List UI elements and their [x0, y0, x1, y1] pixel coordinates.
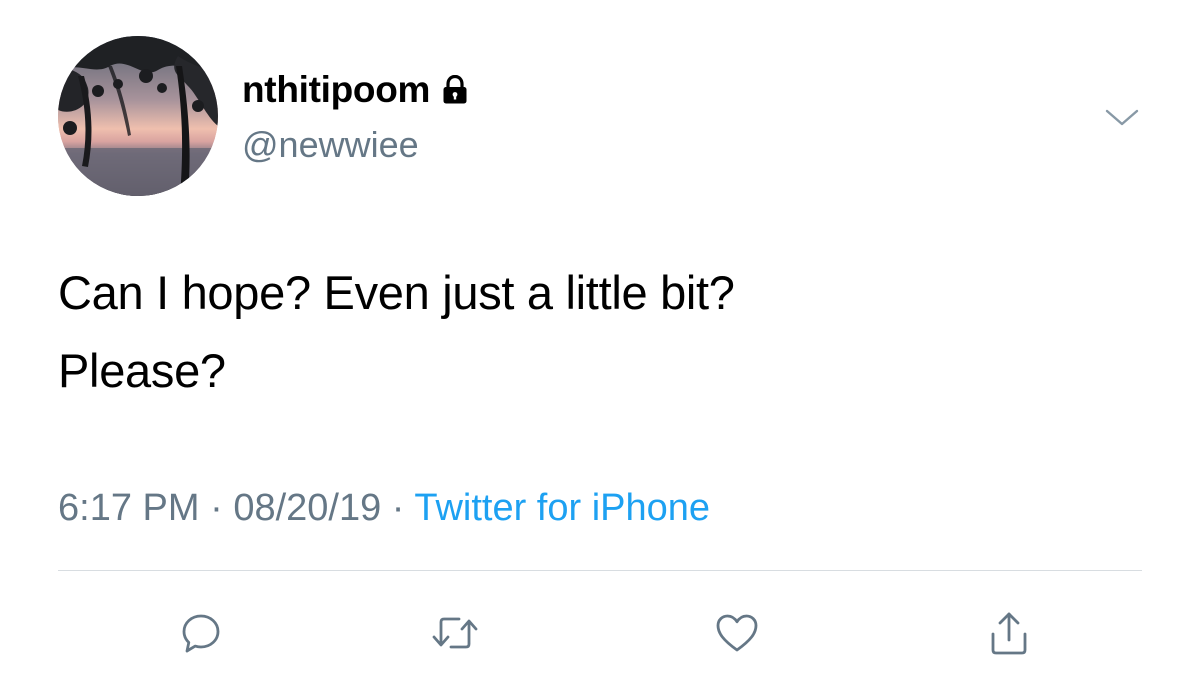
- tweet-card: nthitipoom @newwiee Can I hope? Even jus…: [0, 0, 1200, 699]
- meta-separator: ·: [391, 487, 405, 529]
- display-name[interactable]: nthitipoom: [242, 68, 430, 112]
- heart-icon: [713, 610, 761, 656]
- tweet-text-line: Can I hope? Even just a little bit?: [58, 266, 735, 319]
- share-icon: [986, 608, 1032, 658]
- tweet-text: Can I hope? Even just a little bit? Plea…: [58, 254, 1138, 410]
- retweet-button[interactable]: [420, 598, 490, 668]
- divider: [58, 570, 1142, 571]
- avatar[interactable]: [58, 36, 218, 196]
- avatar-image: [58, 36, 218, 196]
- name-row: nthitipoom: [242, 68, 468, 112]
- lock-icon: [442, 74, 468, 105]
- tweet-text-line: Please?: [58, 344, 226, 397]
- user-handle[interactable]: @newwiee: [242, 124, 419, 166]
- reply-icon: [178, 610, 224, 656]
- meta-separator: ·: [210, 487, 223, 529]
- tweet-time[interactable]: 6:17 PM: [58, 487, 200, 529]
- tweet-meta: 6:17 PM · 08/20/19 · Twitter for iPhone: [58, 484, 710, 532]
- retweet-icon: [429, 610, 481, 656]
- action-bar: [0, 598, 1200, 668]
- tweet-source-link[interactable]: Twitter for iPhone: [414, 487, 710, 529]
- reply-button[interactable]: [166, 598, 236, 668]
- like-button[interactable]: [702, 598, 772, 668]
- share-button[interactable]: [974, 598, 1044, 668]
- tweet-date[interactable]: 08/20/19: [233, 487, 381, 529]
- chevron-down-icon[interactable]: [1102, 102, 1142, 132]
